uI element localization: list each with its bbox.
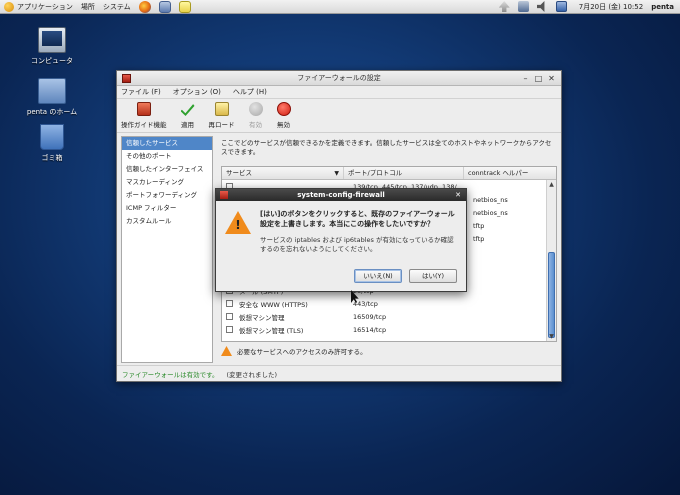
access-warning: 必要なサービスへのアクセスのみ許可する。: [221, 346, 367, 356]
desktop-home-label: penta のホーム: [26, 108, 78, 116]
sidebar-item-port-forwarding[interactable]: ポートフォワーディング: [122, 189, 212, 202]
places-label: 場所: [80, 2, 95, 11]
desktop-trash[interactable]: ゴミ箱: [22, 124, 82, 163]
volume-icon[interactable]: [536, 1, 545, 12]
menu-options[interactable]: オプション (O): [173, 87, 221, 97]
service-name: 安全な WWW (HTTPS): [239, 300, 308, 309]
sidebar-item-custom-rules[interactable]: カスタムルール: [122, 215, 212, 228]
apply-button[interactable]: 適用: [180, 102, 195, 129]
table-scrollbar[interactable]: ▲ ▼: [546, 180, 556, 341]
home-folder-icon: [38, 78, 66, 104]
dialog-message: [はい]のボタンをクリックすると、既存のファイアーウォール設定を上書きします。本…: [260, 210, 455, 228]
disable-icon: [276, 102, 291, 116]
update-icon[interactable]: [498, 1, 510, 12]
menu-file[interactable]: ファイル (F): [121, 87, 161, 97]
changed-status: (変更されました): [226, 370, 278, 379]
scroll-thumb[interactable]: [548, 252, 555, 338]
trash-icon: [40, 124, 64, 150]
sidebar-item-trusted-services[interactable]: 信頼したサービス: [122, 137, 212, 150]
column-header-service-label: サービス: [226, 169, 252, 177]
wizard-icon: [136, 102, 151, 116]
reload-label: 再ロード: [208, 121, 235, 129]
access-warning-text: 必要なサービスへのアクセスのみ許可する。: [237, 348, 367, 356]
warning-icon: [221, 346, 232, 356]
applications-label: アプリケーション: [17, 2, 73, 11]
window-title: ファイアーウォールの設定: [297, 74, 381, 82]
service-checkbox[interactable]: [226, 326, 233, 333]
disable-label: 無効: [277, 121, 290, 129]
desktop-computer[interactable]: コンピュータ: [22, 27, 82, 66]
distro-logo-icon: [4, 1, 14, 12]
statusbar: ファイアーウォールは有効です。 (変更されました): [117, 365, 561, 381]
category-list: 信頼したサービス その他のポート 信頼したインターフェイス マスカレーディング …: [121, 136, 213, 363]
mail-icon[interactable]: [158, 0, 171, 13]
services-description: ここでどのサービスが信頼できるかを定義できます。信頼したサービスは全てのホストや…: [221, 139, 552, 156]
enable-label: 有効: [249, 121, 262, 129]
service-port: 16509/tcp: [353, 312, 387, 321]
sidebar-item-trusted-interfaces[interactable]: 信頼したインターフェイス: [122, 163, 212, 176]
table-header: サービス ▼ ポート/プロトコル conntrack ヘルパー: [222, 167, 556, 180]
user-menu[interactable]: penta: [651, 3, 674, 11]
table-row[interactable]: 仮想マシン管理 16509/tcp: [222, 310, 546, 323]
apply-check-icon: [180, 104, 195, 116]
firewall-status: ファイアーウォールは有効です。: [122, 370, 219, 379]
wizard-button[interactable]: 操作ガイド機能: [121, 102, 167, 129]
yes-button[interactable]: はい(Y): [409, 269, 457, 283]
no-button[interactable]: いいえ(N): [354, 269, 402, 283]
enable-button: 有効: [248, 102, 263, 129]
table-row[interactable]: 仮想マシン管理 (TLS) 16514/tcp: [222, 323, 546, 336]
service-name: 仮想マシン管理 (TLS): [239, 326, 304, 335]
table-row[interactable]: 安全な WWW (HTTPS) 443/tcp: [222, 297, 546, 310]
service-port: 16514/tcp: [353, 325, 387, 334]
exclamation-icon: !: [235, 218, 241, 232]
places-menu[interactable]: 場所: [77, 0, 99, 14]
sidebar-item-other-ports[interactable]: その他のポート: [122, 150, 212, 163]
applications-menu[interactable]: アプリケーション: [0, 0, 77, 14]
menu-help[interactable]: ヘルプ (H): [233, 87, 267, 97]
reload-button[interactable]: 再ロード: [209, 102, 235, 129]
apply-label: 適用: [181, 121, 194, 129]
service-helper: netbios_ns: [473, 195, 508, 204]
window-titlebar[interactable]: ファイアーウォールの設定 – □ ✕: [117, 71, 561, 86]
enable-icon: [248, 102, 263, 116]
display-icon[interactable]: [555, 1, 567, 12]
desktop-trash-label: ゴミ箱: [41, 154, 63, 162]
dialog-titlebar[interactable]: system-config-firewall ✕: [216, 189, 466, 201]
column-header-service[interactable]: サービス ▼: [222, 167, 344, 179]
system-menu[interactable]: システム: [99, 0, 135, 14]
sidebar-item-masquerading[interactable]: マスカレーディング: [122, 176, 212, 189]
network-icon[interactable]: [517, 1, 529, 12]
service-helper: tftp: [473, 234, 485, 243]
menubar: ファイル (F) オプション (O) ヘルプ (H): [117, 86, 561, 99]
toolbar: 操作ガイド機能 適用 再ロード 有効 無効: [117, 99, 561, 133]
confirm-dialog: system-config-firewall ✕ ! [はい]のボタンをクリック…: [215, 188, 467, 292]
service-helper: tftp: [473, 221, 485, 230]
clock[interactable]: 7月20日 (金) 10:52: [579, 2, 643, 12]
disable-button[interactable]: 無効: [276, 102, 291, 129]
service-helper: netbios_ns: [473, 208, 508, 217]
scroll-up-icon[interactable]: ▲: [547, 180, 556, 189]
top-panel: アプリケーション 場所 システム 7月20日 (金) 10:52 penta: [0, 0, 680, 14]
desktop-computer-label: コンピュータ: [31, 57, 73, 65]
dialog-detail: サービスの iptables および ip6tables が有効になっているか確…: [260, 236, 454, 253]
desktop-home[interactable]: penta のホーム: [22, 78, 82, 117]
service-port: 443/tcp: [353, 299, 378, 308]
service-checkbox[interactable]: [226, 300, 233, 307]
column-header-helper[interactable]: conntrack ヘルパー: [464, 167, 556, 179]
sort-down-icon: ▼: [334, 170, 339, 177]
scroll-down-icon[interactable]: ▼: [547, 332, 556, 341]
reload-icon: [214, 102, 229, 116]
column-header-port[interactable]: ポート/プロトコル: [344, 167, 464, 179]
computer-icon: [38, 27, 66, 53]
firefox-icon[interactable]: [138, 0, 151, 13]
dialog-close-icon[interactable]: ✕: [455, 191, 461, 199]
service-checkbox[interactable]: [226, 313, 233, 320]
wizard-label: 操作ガイド機能: [121, 121, 167, 129]
sidebar-item-icmp-filter[interactable]: ICMP フィルター: [122, 202, 212, 215]
notes-icon[interactable]: [178, 0, 191, 13]
system-label: システム: [102, 2, 131, 11]
dialog-title: system-config-firewall: [297, 191, 385, 199]
service-name: 仮想マシン管理: [239, 313, 285, 322]
